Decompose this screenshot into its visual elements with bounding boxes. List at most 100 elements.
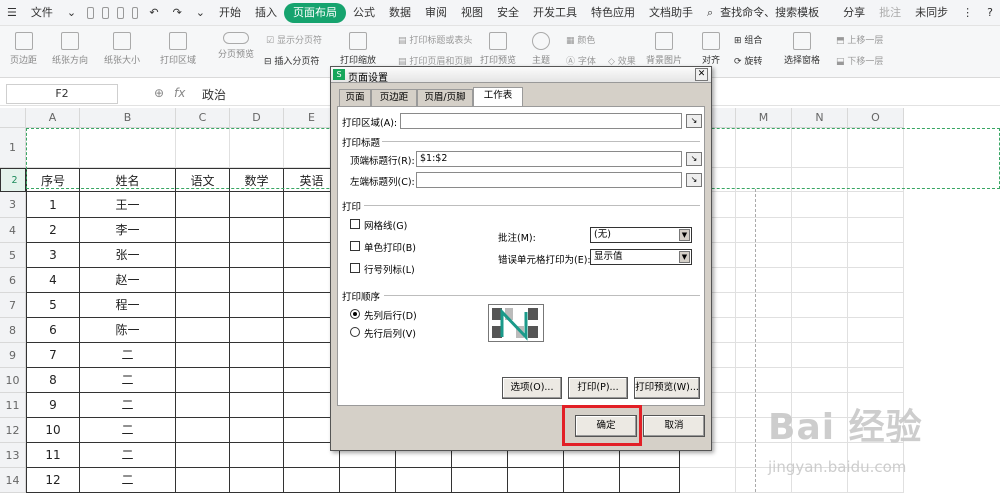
tab-header-footer[interactable]: 页眉/页脚 bbox=[417, 89, 473, 106]
share-button[interactable]: 分享 bbox=[836, 3, 872, 23]
cell-B11[interactable]: 二 bbox=[80, 393, 176, 418]
more-icon[interactable]: ⋮ bbox=[955, 3, 980, 23]
cell-A3[interactable]: 1 bbox=[26, 192, 80, 218]
cell-D14[interactable] bbox=[230, 468, 284, 493]
rowcol-checkbox[interactable] bbox=[350, 263, 360, 273]
tab-view[interactable]: 视图 bbox=[454, 3, 490, 23]
cell-D11[interactable] bbox=[230, 393, 284, 418]
cell-C4[interactable] bbox=[176, 218, 230, 243]
cell-C14[interactable] bbox=[176, 468, 230, 493]
top-rows-input[interactable]: $1:$2 bbox=[416, 151, 682, 167]
cell-D8[interactable] bbox=[230, 318, 284, 343]
cell-D9[interactable] bbox=[230, 343, 284, 368]
down-then-over-radio[interactable] bbox=[350, 309, 360, 319]
name-box[interactable]: F2 bbox=[6, 84, 118, 104]
undo-icon[interactable]: ↶ bbox=[142, 3, 165, 23]
cell-C13[interactable] bbox=[176, 443, 230, 468]
row-header-11[interactable]: 11 bbox=[0, 393, 26, 418]
cell-C6[interactable] bbox=[176, 268, 230, 293]
cell-M6[interactable] bbox=[736, 268, 792, 293]
cell-O1[interactable] bbox=[848, 128, 904, 168]
cell-I14[interactable] bbox=[508, 468, 564, 493]
column-header-O[interactable]: O bbox=[848, 108, 904, 128]
page-break-preview-button[interactable]: 分页预览 bbox=[218, 32, 254, 60]
column-header-N[interactable]: N bbox=[792, 108, 848, 128]
row-header-6[interactable]: 6 bbox=[0, 268, 26, 293]
cell-M2[interactable] bbox=[736, 168, 792, 192]
help-button[interactable]: ? bbox=[980, 3, 1000, 23]
annotate-button[interactable]: 批注 bbox=[872, 3, 908, 23]
print-title-button[interactable]: ▤ 打印标题或表头 bbox=[398, 33, 472, 46]
print-icon[interactable] bbox=[116, 6, 124, 19]
cell-L14[interactable] bbox=[680, 468, 736, 493]
comments-select[interactable]: (无) ▼ bbox=[590, 227, 692, 243]
paper-size-button[interactable]: 纸张大小 bbox=[104, 32, 140, 66]
chevron-down-icon[interactable]: ⌄ bbox=[60, 3, 83, 23]
cell-D12[interactable] bbox=[230, 418, 284, 443]
cell-D4[interactable] bbox=[230, 218, 284, 243]
cell-B2[interactable]: 姓名 bbox=[80, 168, 176, 192]
row-header-2[interactable]: 2 bbox=[0, 168, 26, 192]
preview-icon[interactable] bbox=[131, 6, 139, 19]
print-preview-button[interactable]: 打印预览 bbox=[480, 32, 516, 66]
cell-O2[interactable] bbox=[848, 168, 904, 192]
print-preview-dialog-button[interactable]: 打印预览(W)... bbox=[634, 377, 700, 399]
search-icon[interactable]: ⌕ bbox=[700, 3, 720, 23]
rotate-button[interactable]: ⟳ 旋转 bbox=[734, 54, 762, 67]
cell-F14[interactable] bbox=[340, 468, 396, 493]
cell-O8[interactable] bbox=[848, 318, 904, 343]
tab-security[interactable]: 安全 bbox=[490, 3, 526, 23]
cell-A13[interactable]: 11 bbox=[26, 443, 80, 468]
cell-M5[interactable] bbox=[736, 243, 792, 268]
cell-B5[interactable]: 张一 bbox=[80, 243, 176, 268]
cell-N7[interactable] bbox=[792, 293, 848, 318]
selection-pane-button[interactable]: 选择窗格 bbox=[784, 32, 820, 66]
cell-O4[interactable] bbox=[848, 218, 904, 243]
cell-D5[interactable] bbox=[230, 243, 284, 268]
cell-A1[interactable] bbox=[26, 128, 80, 168]
cell-C9[interactable] bbox=[176, 343, 230, 368]
cell-B9[interactable]: 二 bbox=[80, 343, 176, 368]
row-header-3[interactable]: 3 bbox=[0, 192, 26, 218]
cell-N3[interactable] bbox=[792, 192, 848, 218]
cell-C2[interactable]: 语文 bbox=[176, 168, 230, 192]
print-area-input[interactable] bbox=[400, 113, 682, 129]
gridlines-checkbox[interactable] bbox=[350, 219, 360, 229]
bring-forward-button[interactable]: ⬒ 上移一层 bbox=[836, 33, 883, 46]
background-image-button[interactable]: 背景图片 bbox=[646, 32, 682, 66]
tab-margins[interactable]: 页边距 bbox=[371, 89, 417, 106]
cell-A9[interactable]: 7 bbox=[26, 343, 80, 368]
tab-sheet[interactable]: 工作表 bbox=[473, 87, 523, 107]
cell-M4[interactable] bbox=[736, 218, 792, 243]
fx-icon[interactable]: fx bbox=[174, 86, 185, 100]
row-header-14[interactable]: 14 bbox=[0, 468, 26, 493]
row-header-9[interactable]: 9 bbox=[0, 343, 26, 368]
formula-input[interactable]: 政治 bbox=[202, 86, 226, 103]
save-icon[interactable] bbox=[87, 6, 94, 19]
cell-O7[interactable] bbox=[848, 293, 904, 318]
range-picker-icon[interactable]: ↘ bbox=[686, 173, 702, 187]
theme-button[interactable]: 主题 bbox=[532, 32, 550, 66]
column-header-C[interactable]: C bbox=[176, 108, 230, 128]
row-header-8[interactable]: 8 bbox=[0, 318, 26, 343]
cell-A14[interactable]: 12 bbox=[26, 468, 80, 493]
cell-D13[interactable] bbox=[230, 443, 284, 468]
group-button[interactable]: ⊞ 组合 bbox=[734, 33, 762, 46]
cell-O10[interactable] bbox=[848, 368, 904, 393]
cell-M1[interactable] bbox=[736, 128, 792, 168]
over-then-down-radio[interactable] bbox=[350, 327, 360, 337]
cell-D2[interactable]: 数学 bbox=[230, 168, 284, 192]
cell-C12[interactable] bbox=[176, 418, 230, 443]
cell-B6[interactable]: 赵一 bbox=[80, 268, 176, 293]
row-header-13[interactable]: 13 bbox=[0, 443, 26, 468]
cell-N8[interactable] bbox=[792, 318, 848, 343]
tab-home[interactable]: 开始 bbox=[212, 3, 248, 23]
cell-C8[interactable] bbox=[176, 318, 230, 343]
insert-page-break-button[interactable]: ⊟ 插入分页符 bbox=[264, 54, 319, 67]
cell-N5[interactable] bbox=[792, 243, 848, 268]
cell-C7[interactable] bbox=[176, 293, 230, 318]
select-all-corner[interactable] bbox=[0, 108, 26, 128]
cell-D10[interactable] bbox=[230, 368, 284, 393]
tab-doc-assistant[interactable]: 文档助手 bbox=[642, 3, 700, 23]
cell-O3[interactable] bbox=[848, 192, 904, 218]
